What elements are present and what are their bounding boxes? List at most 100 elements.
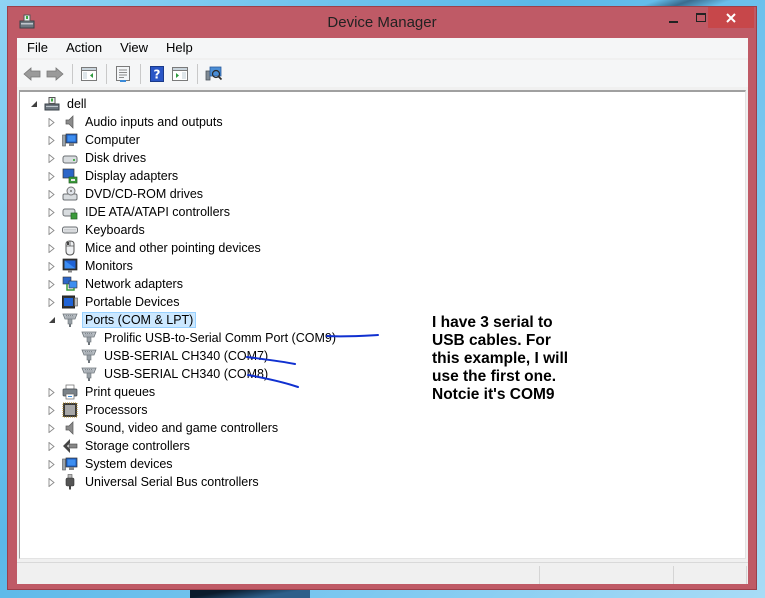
show-action-pane-button[interactable] <box>169 63 191 85</box>
tree-node-label: Processors <box>85 403 148 417</box>
collapse-arrow-icon[interactable] <box>47 316 56 325</box>
expand-arrow-icon[interactable] <box>47 189 56 199</box>
expand-arrow-icon[interactable] <box>47 207 56 217</box>
tree-category-sound-video-and-game-controllers[interactable]: Sound, video and game controllers <box>47 419 281 437</box>
tree-category-disk-drives[interactable]: Disk drives <box>47 149 149 167</box>
window-title: Device Manager <box>327 14 437 31</box>
ide-controller-icon <box>62 204 78 220</box>
expand-arrow-icon[interactable] <box>47 117 56 127</box>
expand-arrow-icon[interactable] <box>47 423 56 433</box>
expand-arrow-icon[interactable] <box>47 261 56 271</box>
expand-arrow-icon[interactable] <box>47 279 56 289</box>
tree-node-label: Ports (COM & LPT) <box>82 312 197 328</box>
expand-arrow-icon[interactable] <box>47 459 56 469</box>
tree-device-prolific-usb-to-serial-comm-port-com9[interactable]: Prolific USB-to-Serial Comm Port (COM9) <box>81 329 339 347</box>
tree-category-print-queues[interactable]: Print queues <box>47 383 158 401</box>
menu-file[interactable]: File <box>17 38 56 58</box>
tree-category-computer[interactable]: Computer <box>47 131 143 149</box>
tree-node-label: Computer <box>85 133 140 147</box>
computer-icon <box>62 456 78 472</box>
toolbar-separator <box>106 63 107 84</box>
expand-arrow-icon[interactable] <box>47 135 56 145</box>
menu-action[interactable]: Action <box>56 38 110 58</box>
scan-hardware-changes-icon <box>205 66 223 80</box>
tree-category-ide-ata-atapi-controllers[interactable]: IDE ATA/ATAPI controllers <box>47 203 233 221</box>
expand-arrow-icon[interactable] <box>47 297 56 307</box>
computer-root-icon <box>44 96 60 112</box>
menu-view[interactable]: View <box>110 38 156 58</box>
help-icon: ? <box>150 65 164 82</box>
title-bar[interactable]: Device Manager <box>8 7 756 38</box>
close-button[interactable] <box>708 7 754 28</box>
portable-device-icon <box>62 294 78 310</box>
tree-device-usb-serial-ch340-com7[interactable]: USB-SERIAL CH340 (COM7) <box>81 347 271 365</box>
annotation-note: I have 3 serial to USB cables. For this … <box>432 314 569 403</box>
status-bar-divider <box>673 566 674 584</box>
close-icon <box>726 12 736 23</box>
tree-category-audio-inputs-and-outputs[interactable]: Audio inputs and outputs <box>47 113 226 131</box>
storage-controller-icon <box>62 438 78 454</box>
tree-node-label: USB-SERIAL CH340 (COM7) <box>104 349 269 363</box>
tree-category-network-adapters[interactable]: Network adapters <box>47 275 186 293</box>
scan-hardware-changes-button[interactable] <box>203 63 225 85</box>
tree-node-label: Keyboards <box>85 223 145 237</box>
tree-category-mice-and-other-pointing-devices[interactable]: Mice and other pointing devices <box>47 239 264 257</box>
port-icon <box>81 330 97 346</box>
show-hide-console-tree-icon <box>81 66 97 81</box>
disk-drive-icon <box>62 150 78 166</box>
network-adapter-icon <box>62 276 78 292</box>
keyboard-icon <box>62 222 78 238</box>
expand-arrow-icon[interactable] <box>47 405 56 415</box>
tree-category-universal-serial-bus-controllers[interactable]: Universal Serial Bus controllers <box>47 473 262 491</box>
tree-node-label: Mice and other pointing devices <box>85 241 261 255</box>
minimize-button[interactable] <box>660 7 686 28</box>
tree-node-label: dell <box>67 97 87 111</box>
dvd-drive-icon <box>62 186 78 202</box>
expand-arrow-icon[interactable] <box>47 225 56 235</box>
expand-arrow-icon[interactable] <box>47 387 56 397</box>
tree-category-dvd-cd-rom-drives[interactable]: DVD/CD-ROM drives <box>47 185 206 203</box>
collapse-arrow-icon[interactable] <box>29 100 38 109</box>
show-hide-console-tree-button[interactable] <box>78 63 100 85</box>
expand-arrow-icon[interactable] <box>47 243 56 253</box>
tree-node-label: DVD/CD-ROM drives <box>85 187 204 201</box>
tree-category-storage-controllers[interactable]: Storage controllers <box>47 437 193 455</box>
expand-arrow-icon[interactable] <box>47 171 56 181</box>
tree-category-portable-devices[interactable]: Portable Devices <box>47 293 183 311</box>
monitor-icon <box>62 258 78 274</box>
tree-root-dell[interactable]: dell <box>29 95 89 113</box>
show-action-pane-icon <box>172 66 188 81</box>
help-button[interactable]: ? <box>146 63 168 85</box>
expand-arrow-icon[interactable] <box>47 153 56 163</box>
device-tree[interactable]: dell Audio inputs and outputs Computer Disk… <box>19 90 746 559</box>
back-button[interactable] <box>21 63 43 85</box>
properties-button[interactable] <box>112 63 134 85</box>
expand-arrow-icon[interactable] <box>47 477 56 487</box>
tree-node-label: Monitors <box>85 259 133 273</box>
tree-node-label: Storage controllers <box>85 439 190 453</box>
tree-category-system-devices[interactable]: System devices <box>47 455 176 473</box>
tree-category-monitors[interactable]: Monitors <box>47 257 136 275</box>
back-arrow-icon <box>23 66 41 81</box>
port-icon <box>81 366 97 382</box>
forward-button[interactable] <box>44 63 66 85</box>
tree-node-label: Sound, video and game controllers <box>85 421 279 435</box>
tree-category-display-adapters[interactable]: Display adapters <box>47 167 181 185</box>
display-adapter-icon <box>62 168 78 184</box>
tree-category-processors[interactable]: Processors <box>47 401 151 419</box>
computer-icon <box>62 132 78 148</box>
menu-help[interactable]: Help <box>156 38 201 58</box>
device-manager-window: Device Manager File Action View Help ? d… <box>7 6 757 590</box>
forward-arrow-icon <box>46 66 64 81</box>
tree-node-label: USB-SERIAL CH340 (COM8) <box>104 367 269 381</box>
toolbar-separator <box>72 63 73 84</box>
tree-category-ports-com-lpt[interactable]: Ports (COM & LPT) <box>47 311 197 329</box>
menu-bar: File Action View Help <box>17 38 748 58</box>
tree-device-usb-serial-ch340-com8[interactable]: USB-SERIAL CH340 (COM8) <box>81 365 271 383</box>
tree-node-label: IDE ATA/ATAPI controllers <box>85 205 230 219</box>
expand-arrow-icon[interactable] <box>47 441 56 451</box>
maximize-icon <box>696 13 706 22</box>
tree-node-label: Display adapters <box>85 169 179 183</box>
port-icon <box>81 348 97 364</box>
tree-category-keyboards[interactable]: Keyboards <box>47 221 148 239</box>
